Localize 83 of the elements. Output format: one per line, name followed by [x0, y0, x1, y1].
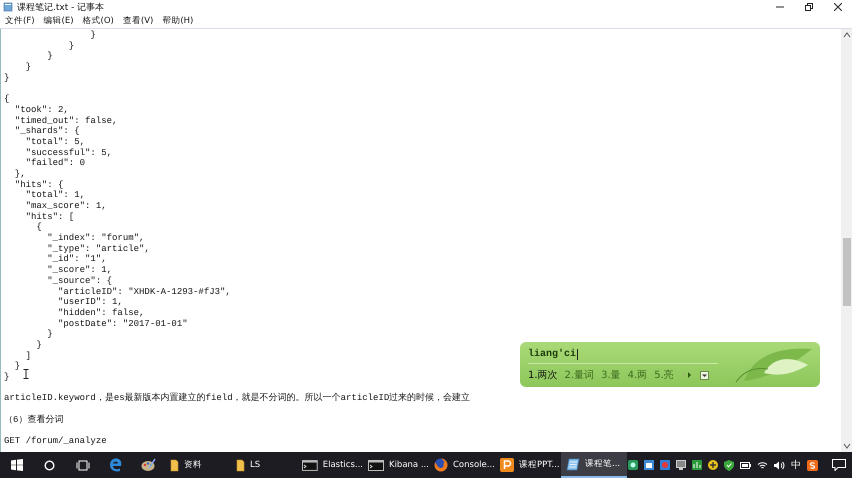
text-line: ]: [24, 350, 32, 362]
notepad-icon: [566, 458, 580, 470]
menu-item[interactable]: 编辑(E): [44, 15, 74, 27]
close-icon: [834, 3, 842, 11]
text-line: "_score": 1,: [46, 265, 112, 276]
browser-e-icon: [108, 458, 122, 472]
taskbar-button[interactable]: LS: [231, 452, 297, 478]
text-line: }: [46, 329, 53, 340]
scrollbar[interactable]: [841, 29, 852, 452]
text-line: "timed_out": false,: [14, 116, 118, 126]
text-line: },: [14, 168, 26, 180]
taskbar-button[interactable]: 课程笔...: [561, 452, 627, 478]
window-title: 课程笔记.txt - 记事本: [17, 2, 104, 14]
text-line: "_shards": {: [14, 126, 80, 137]
shield-icon[interactable]: [724, 460, 734, 470]
text-line: "hidden": false,: [57, 308, 144, 319]
taskbar-button[interactable]: Elastics...: [297, 452, 363, 478]
text-line: }: [46, 51, 53, 62]
text-line: "total": 5,: [24, 136, 86, 148]
tray-app-icon[interactable]: [628, 460, 638, 470]
text-line: "successful": 5,: [24, 148, 112, 158]
text-line: }: [4, 372, 10, 383]
text-line: "hits": {: [14, 180, 64, 190]
text-line: "took": 2,: [14, 104, 69, 116]
notification-icon[interactable]: [832, 459, 846, 471]
text-line: "_index": "forum",: [46, 233, 144, 244]
wifi-icon[interactable]: [757, 460, 768, 470]
slides-icon: [500, 458, 514, 472]
terminal-icon: [302, 460, 318, 470]
text-line: "total": 1,: [24, 190, 86, 201]
pinyin-text: liang'ci: [528, 348, 576, 360]
folder-icon: [236, 458, 245, 472]
tray-app-icon[interactable]: [692, 460, 702, 470]
speaker-icon[interactable]: [774, 460, 785, 470]
taskbar-button[interactable]: 资料: [165, 452, 231, 478]
text-line: articleID.keyword，是es最新版本内置建立的field，就是不分词的。所以一个articleID过来的时候，会建立: [4, 393, 470, 404]
text-line: }: [24, 62, 32, 73]
text-line: }: [4, 72, 10, 84]
text-line: "_id": "1",: [46, 254, 107, 266]
text-line: "hits": [: [24, 212, 74, 222]
restore-icon: [804, 3, 812, 11]
scroll-down-icon[interactable]: [842, 443, 850, 449]
text-line: "postDate": "2017-01-01": [57, 318, 188, 330]
text-line: "_type": "article",: [46, 244, 150, 254]
taskbar-button[interactable]: 课程PPT...: [495, 452, 561, 478]
input-method-logo-icon[interactable]: [807, 460, 818, 470]
tray-monitor-icon[interactable]: [676, 460, 686, 470]
taskbar-button[interactable]: Kibana ...: [363, 452, 429, 478]
text-line: }: [89, 30, 96, 41]
text-line: {: [4, 94, 10, 105]
text-line: }: [68, 40, 74, 52]
text-line: （6）查看分词: [4, 414, 64, 426]
page-arrows-icon[interactable]: [680, 371, 693, 379]
palette-icon: [141, 458, 156, 472]
text-line: "max_score": 1,: [24, 201, 107, 212]
text-line: "failed": 0: [24, 158, 86, 169]
battery-icon[interactable]: [740, 462, 751, 468]
text-line: GET /forum/_analyze: [4, 436, 107, 447]
menu-item[interactable]: 帮助(H): [162, 15, 194, 27]
task-view-icon: [76, 460, 90, 470]
scroll-up-icon[interactable]: [842, 32, 850, 38]
text-line: "_source": {: [46, 276, 112, 286]
text-line: {: [35, 222, 42, 234]
circle-icon: [44, 460, 55, 470]
text-line: }: [14, 361, 20, 372]
text-line: }: [35, 340, 42, 351]
folder-icon: [170, 458, 179, 472]
tray-plus-icon[interactable]: [708, 460, 718, 470]
windows-icon: [10, 459, 22, 471]
menu-item[interactable]: 查看(V): [122, 15, 154, 27]
tray-window-icon[interactable]: [644, 460, 654, 470]
input-mode-indicator[interactable]: 中: [791, 458, 801, 472]
text-line: "articleID": "XHDK-A-1293-#fJ3",: [57, 286, 231, 298]
candidate-word[interactable]: 1.两次: [528, 368, 558, 382]
text-cursor-icon: [23, 369, 29, 379]
menu-item[interactable]: 格式(O): [82, 15, 114, 27]
scrollbar-thumb[interactable]: [842, 238, 850, 306]
firefox-icon: [434, 458, 448, 472]
taskbar-button[interactable]: Console...: [429, 452, 495, 478]
text-line: "userID": 1,: [57, 297, 123, 308]
terminal-icon: [368, 460, 384, 470]
menu-item[interactable]: 文件(F): [5, 15, 35, 27]
dropdown-icon[interactable]: [700, 370, 709, 380]
